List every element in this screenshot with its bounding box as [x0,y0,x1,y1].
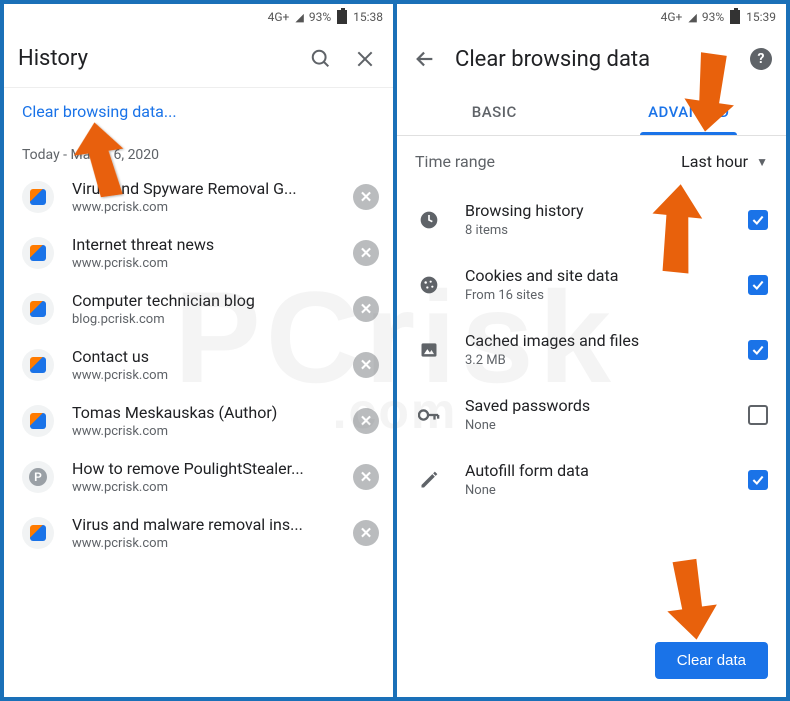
time-range-value: Last hour [681,152,748,171]
date-header: Today - March 6, 2020 [4,129,393,169]
favicon [22,517,54,549]
footer: Clear data [397,632,786,697]
history-item[interactable]: Virus and Spyware Removal G... www.pcrisk… [4,169,393,225]
clear-option-subtitle: From 16 sites [465,288,748,303]
time-range-select[interactable]: Last hour ▼ [681,152,768,171]
history-item-title: Virus and Spyware Removal G... [72,179,353,198]
page-title: History [18,46,291,71]
history-item[interactable]: Internet threat news www.pcrisk.com✕ [4,225,393,281]
search-icon[interactable] [307,45,335,73]
history-item[interactable]: Contact us www.pcrisk.com✕ [4,337,393,393]
history-item-url: www.pcrisk.com [72,368,353,383]
clear-option-title: Autofill form data [465,461,748,480]
history-item-url: www.pcrisk.com [72,536,353,551]
key-icon [415,408,443,422]
history-screen: 4G+ ◢ 93% 15:38 History Clear browsing d… [4,4,393,697]
battery-icon [730,10,740,24]
favicon [22,237,54,269]
delete-history-item-button[interactable]: ✕ [353,184,379,210]
clear-option-row: Browsing history 8 items [397,187,786,252]
status-bar: 4G+ ◢ 93% 15:39 [397,4,786,30]
network-indicator: 4G+ [268,10,290,24]
history-item-title: Virus and malware removal ins... [72,515,353,534]
delete-history-item-button[interactable]: ✕ [353,296,379,322]
clear-option-row: Cached images and files 3.2 MB [397,317,786,382]
history-item-url: www.pcrisk.com [72,424,353,439]
favicon: P [22,461,54,493]
history-item-title: Contact us [72,347,353,366]
battery-percent: 93% [702,10,724,24]
image-icon [415,340,443,360]
history-item-title: Computer technician blog [72,291,353,310]
history-item[interactable]: Virus and malware removal ins... www.pcri… [4,505,393,561]
clear-option-row: Saved passwords None [397,382,786,447]
clear-option-title: Browsing history [465,201,748,220]
clock: 15:38 [353,10,383,24]
delete-history-item-button[interactable]: ✕ [353,408,379,434]
clock: 15:39 [746,10,776,24]
clear-data-screen: 4G+ ◢ 93% 15:39 Clear browsing data ? BA… [397,4,786,697]
history-item-title: How to remove PoulightStealer... [72,459,353,478]
chevron-down-icon: ▼ [756,155,768,169]
close-icon[interactable] [351,45,379,73]
status-bar: 4G+ ◢ 93% 15:38 [4,4,393,30]
history-item-url: www.pcrisk.com [72,480,353,495]
tab-advanced[interactable]: ADVANCED [592,88,787,135]
favicon [22,181,54,213]
favicon [22,405,54,437]
clear-option-subtitle: 8 items [465,223,748,238]
clock-icon [415,210,443,230]
back-icon[interactable] [411,45,439,73]
history-item[interactable]: Computer technician blog blog.pcrisk.com✕ [4,281,393,337]
favicon [22,293,54,325]
tab-bar: BASIC ADVANCED [397,88,786,136]
app-bar: History [4,30,393,88]
clear-option-title: Saved passwords [465,396,748,415]
clear-option-subtitle: None [465,483,748,498]
tab-basic[interactable]: BASIC [397,88,592,135]
history-item[interactable]: Tomas Meskauskas (Author) www.pcrisk.com✕ [4,393,393,449]
battery-percent: 93% [309,10,331,24]
delete-history-item-button[interactable]: ✕ [353,352,379,378]
checkbox[interactable] [748,275,768,295]
clear-option-title: Cached images and files [465,331,748,350]
clear-data-button[interactable]: Clear data [655,642,768,679]
history-item-url: www.pcrisk.com [72,200,353,215]
checkbox[interactable] [748,210,768,230]
time-range-label: Time range [415,152,495,171]
history-item[interactable]: P How to remove PoulightStealer... www.pcr… [4,449,393,505]
cookie-icon [415,275,443,295]
battery-icon [337,10,347,24]
signal-icon: ◢ [688,11,695,24]
clear-browsing-data-link[interactable]: Clear browsing data... [4,88,393,129]
history-list: Virus and Spyware Removal G... www.pcrisk… [4,169,393,697]
checkbox[interactable] [748,470,768,490]
clear-option-row: Autofill form data None [397,447,786,512]
history-item-url: www.pcrisk.com [72,256,353,271]
clear-option-subtitle: None [465,418,748,433]
favicon [22,349,54,381]
clear-options-list: Browsing history 8 items Cookies and site … [397,187,786,632]
signal-icon: ◢ [295,11,302,24]
network-indicator: 4G+ [661,10,683,24]
clear-option-row: Cookies and site data From 16 sites [397,252,786,317]
history-item-title: Tomas Meskauskas (Author) [72,403,353,422]
checkbox[interactable] [748,340,768,360]
history-item-url: blog.pcrisk.com [72,312,353,327]
pencil-icon [415,470,443,490]
clear-option-subtitle: 3.2 MB [465,353,748,368]
clear-option-title: Cookies and site data [465,266,748,285]
delete-history-item-button[interactable]: ✕ [353,240,379,266]
delete-history-item-button[interactable]: ✕ [353,464,379,490]
delete-history-item-button[interactable]: ✕ [353,520,379,546]
history-item-title: Internet threat news [72,235,353,254]
help-icon[interactable]: ? [750,48,772,70]
time-range-row: Time range Last hour ▼ [397,136,786,187]
app-bar: Clear browsing data ? [397,30,786,88]
checkbox[interactable] [748,405,768,425]
page-title: Clear browsing data [455,47,734,72]
